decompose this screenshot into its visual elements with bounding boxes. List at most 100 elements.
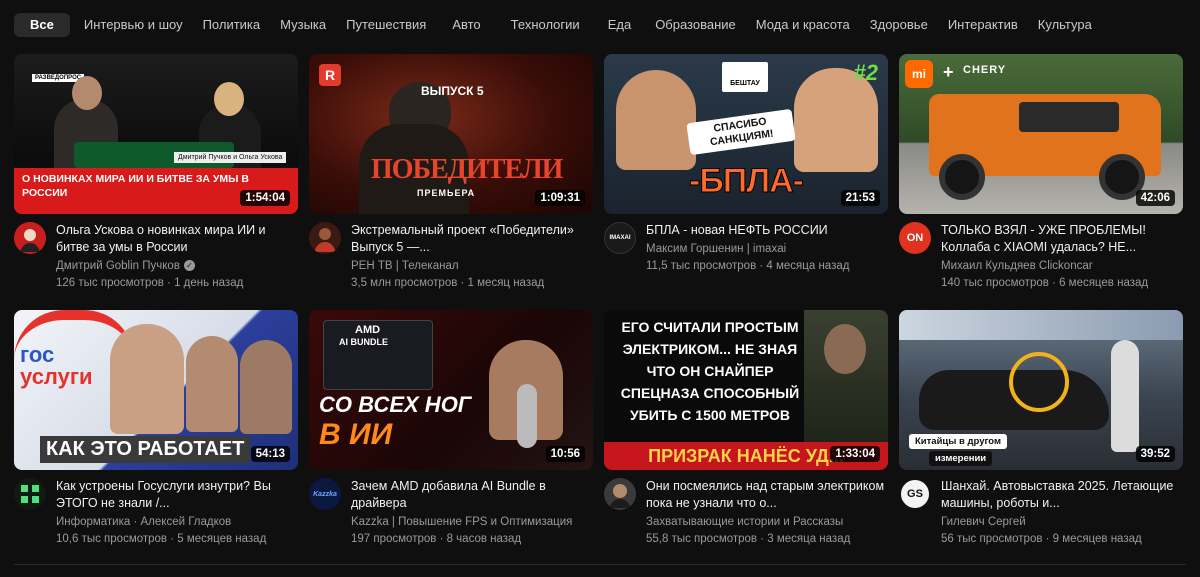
car-windows: [1019, 102, 1119, 132]
xiaomi-logo: mi: [905, 60, 933, 88]
chip-interactive[interactable]: Интерактив: [938, 13, 1028, 37]
video-duration: 1:54:04: [240, 190, 290, 206]
chip-tech[interactable]: Технологии: [497, 13, 594, 37]
chip-culture[interactable]: Культура: [1028, 13, 1102, 37]
person-center: [110, 324, 184, 434]
video-thumbnail[interactable]: РАЗВЕДОПРОС Дмитрий Пучков и Ольга Усков…: [14, 54, 298, 214]
video-thumbnail[interactable]: гос услуги КАК ЭТО РАБОТАЕТ 54:13: [14, 310, 298, 470]
brand-logo: БЕШТАУ: [722, 62, 768, 92]
channel-avatar[interactable]: IMAXAI: [604, 222, 636, 254]
video-title[interactable]: Как устроены Госуслуги изнутри? Вы ЭТОГО…: [56, 478, 298, 512]
video-thumbnail[interactable]: БЕШТАУ #2 СПАСИБО САНКЦИЯМ! -БПЛА- 21:53: [604, 54, 888, 214]
ai-bundle-label: AI BUNDLE: [339, 337, 388, 347]
video-duration: 1:33:04: [830, 446, 880, 462]
video-duration: 21:53: [840, 190, 880, 206]
premiere-label: ПРЕМЬЕРА: [417, 188, 476, 198]
video-duration: 10:56: [545, 446, 585, 462]
video-stats: 55,8 тыс просмотров · 3 месяца назад: [646, 533, 851, 545]
ren-tv-logo: R: [319, 64, 341, 86]
channel-name[interactable]: Михаил Кульдяев Clickoncar: [941, 258, 1183, 275]
video-thumbnail[interactable]: R ВЫПУСК 5 ПОБЕДИТЕЛИ ПРЕМЬЕРА 1:09:31: [309, 54, 593, 214]
video-title[interactable]: Они посмеялись над старым электриком пок…: [646, 478, 888, 512]
video-duration: 54:13: [250, 446, 290, 462]
video-stats: 11,5 тыс просмотров · 4 месяца назад: [646, 260, 850, 272]
channel-name[interactable]: Kazzka | Повышение FPS и Оптимизация: [351, 514, 593, 531]
video-grid: РАЗВЕДОПРОС Дмитрий Пучков и Ольга Усков…: [14, 54, 1186, 566]
chip-politics[interactable]: Политика: [193, 13, 271, 37]
channel-avatar[interactable]: [14, 222, 46, 254]
chip-interviews[interactable]: Интервью и шоу: [74, 13, 193, 37]
episode-label: ВЫПУСК 5: [421, 84, 484, 98]
video-thumbnail[interactable]: Китайцы в другом измерении 39:52: [899, 310, 1183, 470]
video-card: БЕШТАУ #2 СПАСИБО САНКЦИЯМ! -БПЛА- 21:53…: [604, 54, 888, 310]
channel-name[interactable]: Максим Горшенин | imaxai: [646, 241, 888, 258]
video-card: R ВЫПУСК 5 ПОБЕДИТЕЛИ ПРЕМЬЕРА 1:09:31 Э…: [309, 54, 593, 310]
video-card: РАЗВЕДОПРОС Дмитрий Пучков и Ольга Усков…: [14, 54, 298, 310]
video-stats: 56 тыс просмотров · 9 месяцев назад: [941, 533, 1142, 545]
robot: [1111, 340, 1139, 452]
plus-sign: +: [943, 62, 954, 82]
video-thumbnail[interactable]: ЕГО СЧИТАЛИ ПРОСТЫМ ЭЛЕКТРИКОМ... НЕ ЗНА…: [604, 310, 888, 470]
section-divider: [14, 564, 1186, 565]
video-title[interactable]: Зачем AMD добавила AI Bundle в драйвера: [351, 478, 593, 512]
video-thumbnail[interactable]: mi + CHERY 42:06: [899, 54, 1183, 214]
chip-education[interactable]: Образование: [645, 13, 746, 37]
video-stats: 140 тыс просмотров · 6 месяцев назад: [941, 277, 1149, 289]
chip-health[interactable]: Здоровье: [860, 13, 938, 37]
video-stats: 10,6 тыс просмотров · 5 месяцев назад: [56, 533, 267, 545]
video-card: гос услуги КАК ЭТО РАБОТАЕТ 54:13 Как ус…: [14, 310, 298, 566]
microphone: [517, 384, 537, 448]
chip-fashion[interactable]: Мода и красота: [746, 13, 860, 37]
person-right-1: [186, 336, 238, 432]
person-head: [214, 82, 244, 116]
chery-logo: CHERY: [963, 64, 1007, 76]
chip-travel[interactable]: Путешествия: [336, 13, 436, 37]
channel-name[interactable]: Информатика · Алексей Гладков: [56, 514, 298, 531]
thumbnail-headline: ЕГО СЧИТАЛИ ПРОСТЫМ ЭЛЕКТРИКОМ... НЕ ЗНА…: [620, 319, 800, 423]
channel-name-text: Дмитрий Goblin Пучков: [56, 260, 180, 272]
logo-line-1: гос: [20, 342, 55, 367]
exhibition-ceiling: [899, 310, 1183, 340]
speech-bubble: СПАСИБО САНКЦИЯМ!: [686, 108, 796, 156]
thumbnail-caption: Дмитрий Пучков и Ольга Ускова: [174, 152, 287, 163]
amd-label: AMD: [355, 324, 381, 336]
channel-name[interactable]: Дмитрий Goblin Пучков ✓: [56, 258, 298, 275]
episode-number: #2: [853, 60, 878, 85]
video-title[interactable]: ТОЛЬКО ВЗЯЛ - УЖЕ ПРОБЛЕМЫ! Коллаба с XI…: [941, 222, 1183, 256]
video-duration: 42:06: [1135, 190, 1175, 206]
chip-auto[interactable]: Авто: [436, 13, 496, 37]
channel-avatar[interactable]: [604, 478, 636, 510]
channel-name[interactable]: РЕН ТВ | Телеканал: [351, 258, 593, 275]
thumbnail-banner: КАК ЭТО РАБОТАЕТ: [40, 436, 251, 463]
channel-name[interactable]: Гилевич Сергей: [941, 514, 1183, 531]
logo-line-2: услуги: [20, 364, 93, 389]
video-stats: 197 просмотров · 8 часов назад: [351, 533, 522, 545]
category-chips: Все Интервью и шоу Политика Музыка Путеш…: [14, 13, 1102, 37]
chip-music[interactable]: Музыка: [270, 13, 336, 37]
soldier-head: [824, 324, 866, 374]
thumbnail-line-1: СО ВСЕХ НОГ: [319, 392, 472, 417]
car-wheel: [939, 154, 985, 200]
video-title[interactable]: Экстремальный проект «Победители» Выпуск…: [351, 222, 593, 256]
channel-avatar[interactable]: [14, 478, 46, 510]
video-duration: 1:09:31: [535, 190, 585, 206]
video-title[interactable]: Шанхай. Автовыставка 2025. Летающие маши…: [941, 478, 1183, 512]
video-thumbnail[interactable]: AMD AI BUNDLE СО ВСЕХ НОГ В ИИ 10:56: [309, 310, 593, 470]
video-card: ЕГО СЧИТАЛИ ПРОСТЫМ ЭЛЕКТРИКОМ... НЕ ЗНА…: [604, 310, 888, 566]
channel-avatar[interactable]: GS: [899, 478, 931, 510]
person-head: [72, 76, 102, 110]
channel-avatar[interactable]: [309, 222, 341, 254]
channel-avatar[interactable]: Kazzka: [309, 478, 341, 510]
chip-all[interactable]: Все: [14, 13, 70, 37]
car-rotor: [1009, 352, 1069, 412]
video-stats: 3,5 млн просмотров · 1 месяц назад: [351, 277, 545, 289]
person-right-2: [240, 340, 292, 434]
video-card: AMD AI BUNDLE СО ВСЕХ НОГ В ИИ 10:56 Kaz…: [309, 310, 593, 566]
video-title[interactable]: Ольга Ускова о новинках мира ИИ и битве …: [56, 222, 298, 256]
chip-food[interactable]: Еда: [594, 13, 646, 37]
video-title[interactable]: БПЛА - новая НЕФТЬ РОССИИ: [646, 222, 888, 239]
channel-avatar[interactable]: ON: [899, 222, 931, 254]
video-duration: 39:52: [1135, 446, 1175, 462]
caption-line-2: измерении: [929, 451, 993, 466]
channel-name[interactable]: Захватывающие истории и Рассказы: [646, 514, 888, 531]
